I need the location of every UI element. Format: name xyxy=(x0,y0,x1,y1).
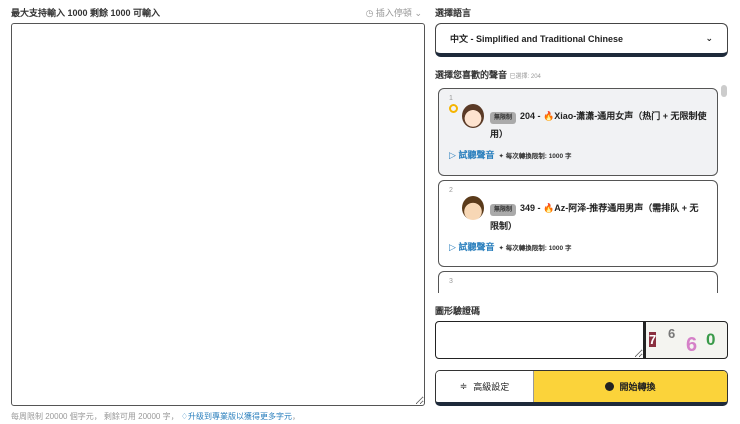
chevron-down-icon: ⌄ xyxy=(705,33,713,43)
text-input[interactable] xyxy=(11,23,425,406)
sparkle-icon: ✦ xyxy=(498,244,506,252)
voice-card[interactable]: 3 xyxy=(438,271,718,293)
voice-label: 選擇您喜歡的聲音 已選擇: 204 xyxy=(435,70,541,80)
diamond-icon: ♢ xyxy=(180,412,189,421)
voice-list-scrollbar[interactable] xyxy=(721,85,727,97)
captcha-label: 圖形驗證碼 xyxy=(435,306,481,316)
voice-list[interactable]: 1 無限制 204 - 🔥Xiao-潇潇-通用女声（热门 + 无限制使用） ▷ 試… xyxy=(435,85,728,293)
voice-card[interactable]: 1 無限制 204 - 🔥Xiao-潇潇-通用女声（热门 + 无限制使用） ▷ 試… xyxy=(438,88,718,176)
captcha-input[interactable] xyxy=(435,321,644,359)
selected-radio-icon[interactable] xyxy=(449,104,458,113)
voice-card[interactable]: 2 無限制 349 - 🔥Az-阿泽-推荐通用男声（需排队 + 无限制） ▷ 試聽… xyxy=(438,180,718,267)
char-limit: ✦ 每次轉換限制: 1000 字 xyxy=(498,244,572,252)
advanced-settings-button[interactable]: ≑ 高級設定 xyxy=(436,371,533,402)
clock-icon: ◷ xyxy=(365,8,376,18)
quota-footer: 每周限制 20000 個字元， 剩餘可用 20000 字， ♢升级到專業版以獲得… xyxy=(11,412,301,421)
language-select[interactable]: 中文 - Simplified and Traditional Chinese ⌄ xyxy=(435,23,728,57)
avatar-female xyxy=(462,104,484,128)
play-circle-icon xyxy=(605,382,615,391)
sliders-icon: ≑ xyxy=(459,381,468,391)
avatar-male xyxy=(462,196,484,220)
play-voice-button[interactable]: ▷ 試聽聲音 xyxy=(449,240,494,253)
sparkle-icon: ✦ xyxy=(498,152,506,160)
captcha-image[interactable]: 7 6 6 0 xyxy=(644,321,728,359)
input-limit-label: 最大支持輸入 1000 剩餘 1000 可輸入 xyxy=(11,8,161,18)
upgrade-link[interactable]: ♢升级到專業版以獲得更多字元 xyxy=(181,412,292,421)
play-icon: ▷ xyxy=(449,150,456,160)
language-label: 選擇語言 xyxy=(435,8,472,18)
play-voice-button[interactable]: ▷ 試聽聲音 xyxy=(449,148,494,161)
chevron-down-icon: ⌄ xyxy=(414,8,422,18)
char-limit: ✦ 每次轉換限制: 1000 字 xyxy=(498,152,572,160)
voice-selected-count: 已選擇: 204 xyxy=(509,74,541,80)
start-convert-button[interactable]: 開始轉換 xyxy=(533,371,727,402)
insert-pause-dropdown[interactable]: ◷ 插入停頓 ⌄ xyxy=(366,6,422,19)
play-icon: ▷ xyxy=(449,242,456,252)
